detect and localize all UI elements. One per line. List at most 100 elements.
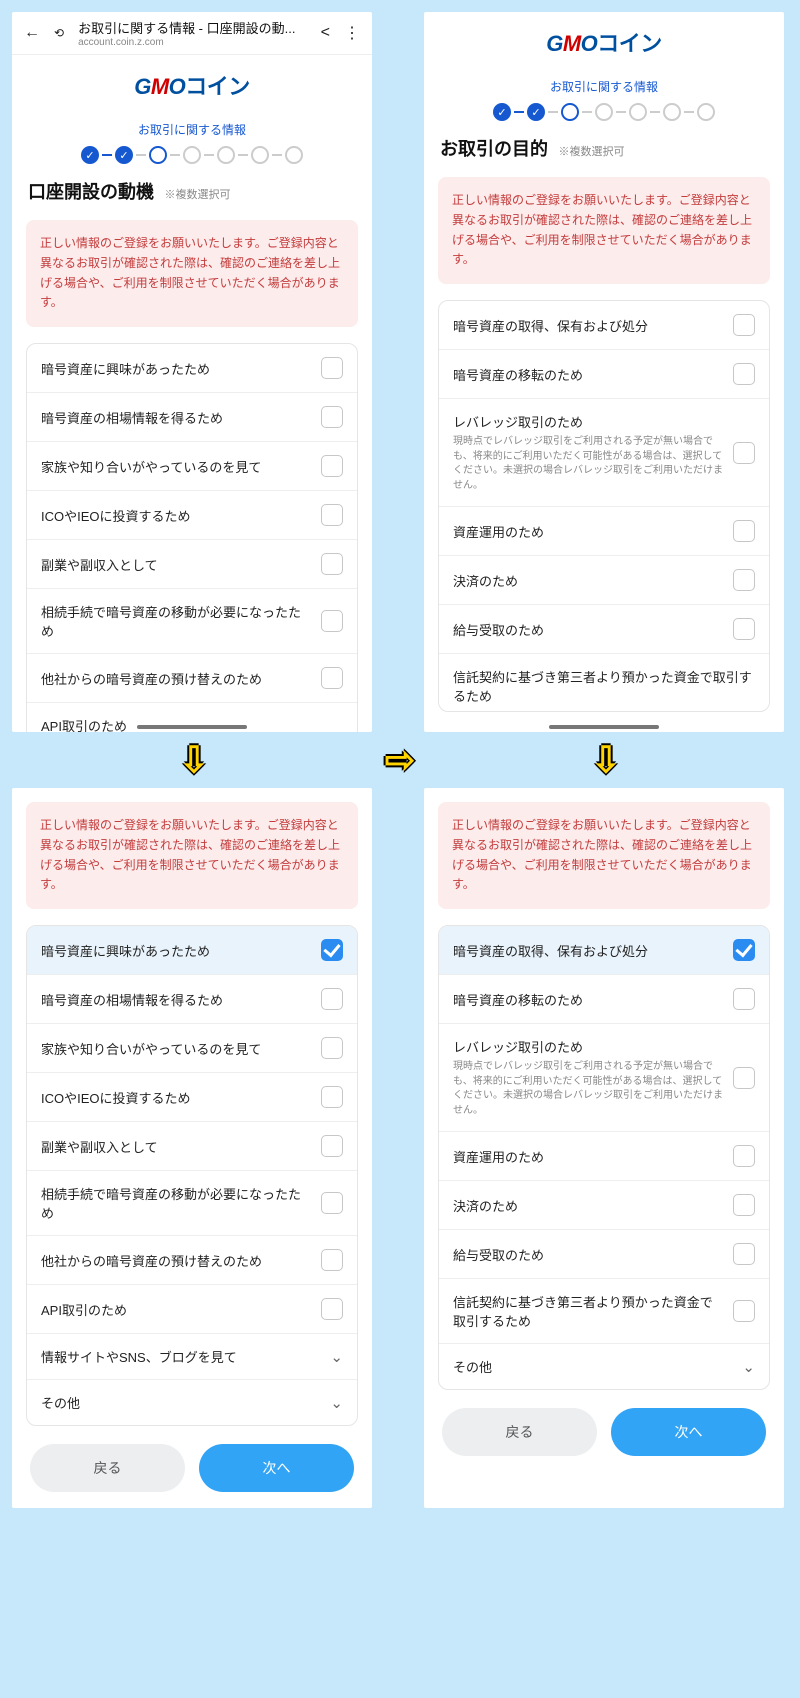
checkbox-icon[interactable] [321, 1192, 343, 1214]
expander-item[interactable]: その他⌄ [439, 1343, 769, 1389]
chevron-down-icon: ⌄ [330, 1348, 343, 1366]
list-item[interactable]: 資産運用のため [439, 1131, 769, 1180]
list-item[interactable]: 暗号資産に興味があったため [27, 926, 357, 974]
step-label: お取引に関する情報 [12, 111, 372, 138]
checkbox-icon[interactable] [733, 1194, 755, 1216]
step-dot-future [697, 103, 715, 121]
heading-motive: 口座開設の動機 [28, 182, 154, 202]
button-row: 戻る 次へ [424, 1390, 784, 1482]
checkbox-icon[interactable] [321, 1086, 343, 1108]
more-icon[interactable]: ⋮ [344, 23, 360, 43]
checkbox-icon[interactable] [733, 1145, 755, 1167]
browser-bar: ← ⟲ お取引に関する情報 - 口座開設の動... account.coin.z… [12, 12, 372, 55]
button-row: 戻る 次へ [12, 1426, 372, 1508]
step-dot-done: ✓ [527, 103, 545, 121]
warning-box: 正しい情報のご登録をお願いいたします。ご登録内容と異なるお取引が確認された際は、… [438, 177, 770, 284]
list-item[interactable]: 決済のため [439, 1180, 769, 1229]
list-item[interactable]: ICOやIEOに投資するため [27, 490, 357, 539]
checkbox-icon[interactable] [321, 1298, 343, 1320]
heading-purpose: お取引の目的 [440, 139, 548, 159]
checkbox-icon[interactable] [321, 988, 343, 1010]
checkbox-icon[interactable] [321, 610, 343, 632]
checkbox-icon[interactable] [733, 618, 755, 640]
list-item[interactable]: 資産運用のため [439, 506, 769, 555]
list-item[interactable]: 暗号資産の移転のため [439, 974, 769, 1023]
checkbox-icon[interactable] [733, 1067, 755, 1089]
screen-purpose-initial: GMOコイン お取引に関する情報 ✓ ✓ お取引の目的 ※複数選択可 正しい情報… [424, 12, 784, 732]
motive-list-selected: 暗号資産に興味があったため 暗号資産の相場情報を得るため 家族や知り合いがやって… [26, 925, 358, 1426]
list-item[interactable]: 給与受取のため [439, 604, 769, 653]
checkbox-icon[interactable] [733, 442, 755, 464]
item-label: レバレッジ取引のため [453, 412, 723, 431]
checkbox-icon[interactable] [321, 553, 343, 575]
checkbox-icon[interactable] [733, 520, 755, 542]
checkbox-icon[interactable] [733, 988, 755, 1010]
list-item[interactable]: 他社からの暗号資産の預け替えのため [27, 653, 357, 702]
checkbox-icon[interactable] [733, 1300, 755, 1322]
screen-motive-initial: ← ⟲ お取引に関する情報 - 口座開設の動... account.coin.z… [12, 12, 372, 732]
back-button[interactable]: 戻る [442, 1408, 597, 1456]
checkbox-icon[interactable] [321, 1135, 343, 1157]
back-button[interactable]: 戻る [30, 1444, 185, 1492]
checkbox-icon[interactable] [321, 667, 343, 689]
checkbox-icon[interactable] [733, 314, 755, 336]
list-item[interactable]: 相続手続で暗号資産の移動が必要になったため [27, 588, 357, 653]
heading-sub: ※複数選択可 [164, 189, 230, 201]
checkbox-icon[interactable] [321, 357, 343, 379]
checkbox-icon[interactable] [321, 1249, 343, 1271]
gmo-coin-logo: GMOコイン [12, 55, 372, 111]
list-item[interactable]: 暗号資産の取得、保有および処分 [439, 926, 769, 974]
checkbox-icon[interactable] [321, 455, 343, 477]
share-icon[interactable]: < [321, 24, 330, 42]
list-item[interactable]: レバレッジ取引のため 現時点でレバレッジ取引をご利用される予定が無い場合でも、将… [439, 1023, 769, 1131]
flow-arrow-down: ⇩ [12, 742, 376, 778]
checkbox-icon[interactable] [733, 569, 755, 591]
list-item[interactable]: 給与受取のため [439, 1229, 769, 1278]
step-dot-done: ✓ [493, 103, 511, 121]
list-item[interactable]: 決済のため [439, 555, 769, 604]
checkbox-icon[interactable] [321, 939, 343, 961]
back-icon[interactable]: ← [24, 24, 40, 42]
list-item[interactable]: 暗号資産の取得、保有および処分 [439, 301, 769, 349]
step-dot-future [217, 146, 235, 164]
checkbox-icon[interactable] [733, 363, 755, 385]
motive-list: 暗号資産に興味があったため 暗号資産の相場情報を得るため 家族や知り合いがやって… [26, 343, 358, 732]
stepper-motive: ✓ ✓ [12, 138, 372, 178]
list-item[interactable]: 家族や知り合いがやっているのを見て [27, 441, 357, 490]
checkbox-icon[interactable] [733, 1243, 755, 1265]
list-item[interactable]: ICOやIEOに投資するため [27, 1072, 357, 1121]
list-item[interactable]: 相続手続で暗号資産の移動が必要になったため [27, 1170, 357, 1235]
checkbox-icon[interactable] [321, 504, 343, 526]
list-item[interactable]: 暗号資産の相場情報を得るため [27, 392, 357, 441]
list-item[interactable]: 副業や副収入として [27, 1121, 357, 1170]
expander-item[interactable]: 情報サイトやSNS、ブログを見て⌄ [27, 1333, 357, 1379]
list-item[interactable]: 家族や知り合いがやっているのを見て [27, 1023, 357, 1072]
list-item[interactable]: 暗号資産に興味があったため [27, 344, 357, 392]
list-item[interactable]: 暗号資産の相場情報を得るため [27, 974, 357, 1023]
step-dot-future [285, 146, 303, 164]
item-note: 現時点でレバレッジ取引をご利用される予定が無い場合でも、将来的にご利用いただく可… [453, 1060, 723, 1118]
chevron-down-icon: ⌄ [330, 1394, 343, 1412]
scroll-indicator [549, 725, 659, 729]
warning-box: 正しい情報のご登録をお願いいたします。ご登録内容と異なるお取引が確認された際は、… [26, 802, 358, 909]
list-item[interactable]: レバレッジ取引のため 現時点でレバレッジ取引をご利用される予定が無い場合でも、将… [439, 398, 769, 506]
checkbox-icon[interactable] [321, 1037, 343, 1059]
list-item[interactable]: 副業や副収入として [27, 539, 357, 588]
screen-motive-selected: 正しい情報のご登録をお願いいたします。ご登録内容と異なるお取引が確認された際は、… [12, 788, 372, 1508]
next-button[interactable]: 次へ [611, 1408, 766, 1456]
checkbox-icon[interactable] [733, 939, 755, 961]
translate-icon[interactable]: ⟲ [54, 26, 64, 40]
step-label: お取引に関する情報 [424, 68, 784, 95]
step-dot-future [595, 103, 613, 121]
list-item[interactable]: 信託契約に基づき第三者より預かった資金で取引するため [439, 1278, 769, 1343]
next-button[interactable]: 次へ [199, 1444, 354, 1492]
step-dot-future [663, 103, 681, 121]
step-dot-current [149, 146, 167, 164]
list-item[interactable]: API取引のため [27, 1284, 357, 1333]
expander-item[interactable]: その他⌄ [27, 1379, 357, 1425]
list-item[interactable]: 信託契約に基づき第三者より預かった資金で取引するため [439, 653, 769, 711]
checkbox-icon[interactable] [321, 406, 343, 428]
item-label: レバレッジ取引のため [453, 1037, 723, 1056]
list-item[interactable]: 暗号資産の移転のため [439, 349, 769, 398]
list-item[interactable]: 他社からの暗号資産の預け替えのため [27, 1235, 357, 1284]
